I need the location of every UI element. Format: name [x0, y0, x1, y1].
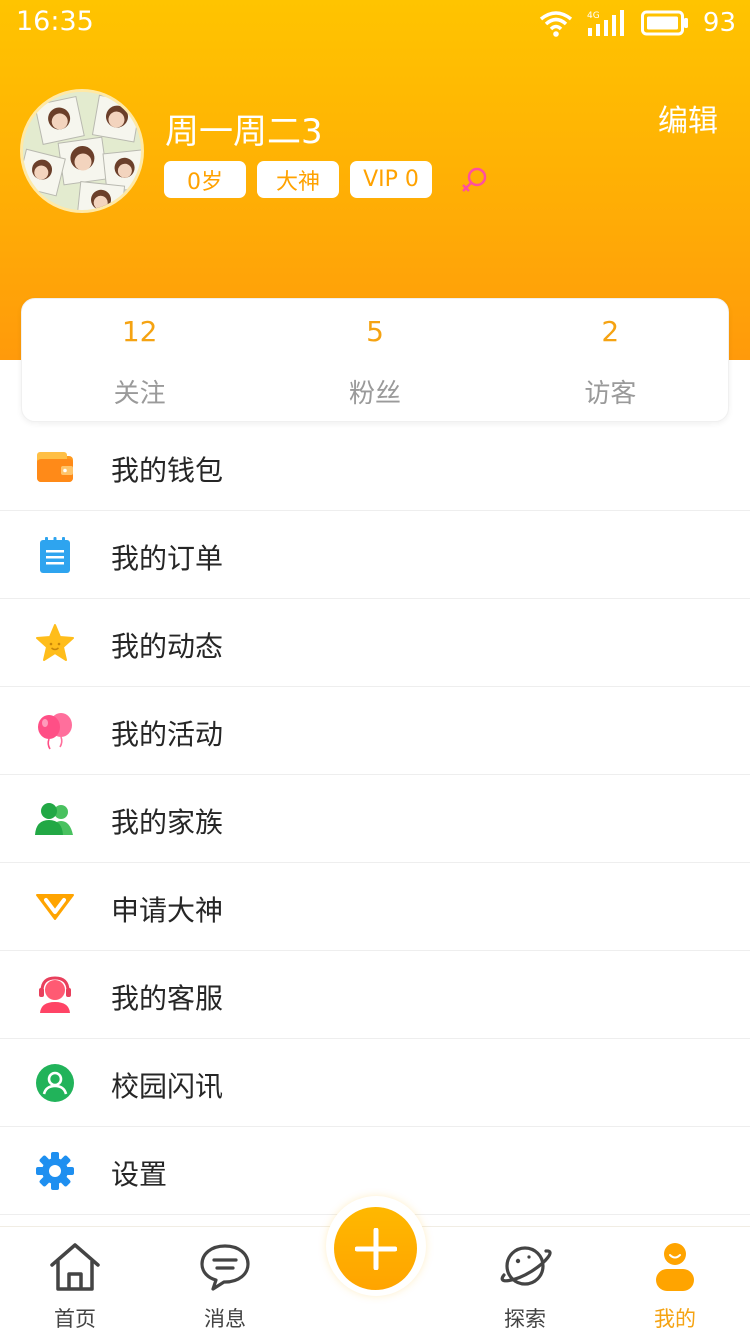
menu-label: 设置 [111, 1158, 168, 1191]
stat-fans[interactable]: 5 粉丝 [257, 299, 492, 421]
menu-item-posts[interactable]: 我的动态 [0, 599, 750, 687]
age-tag: 0岁 [164, 161, 246, 198]
wallet-icon [37, 452, 73, 482]
cellular-signal-icon: 4G [587, 10, 624, 36]
plus-icon [354, 1228, 397, 1270]
home-icon [50, 1243, 100, 1291]
menu-label: 我的钱包 [111, 454, 224, 487]
tab-explore[interactable]: 探索 [470, 1227, 580, 1333]
battery-percent: 93 [702, 8, 736, 38]
stat-value: 12 [121, 315, 158, 348]
stat-value: 2 [601, 315, 620, 348]
user-icon [656, 1243, 694, 1291]
menu-label: 我的订单 [111, 542, 224, 575]
profile-screen: 16:35 4G 93 周一周二3 0岁 大神 VIP 0 编辑 12 关注 5… [0, 0, 750, 1333]
star-icon [36, 624, 74, 661]
menu-item-apply-master[interactable]: 申请大神 [0, 863, 750, 951]
menu-item-customer-service[interactable]: 我的客服 [0, 951, 750, 1039]
menu-label: 申请大神 [111, 894, 224, 927]
status-indicators: 4G 93 [539, 6, 736, 40]
planet-icon [500, 1246, 552, 1286]
settings-icon [36, 1152, 74, 1190]
message-icon [200, 1244, 250, 1291]
tab-mine[interactable]: 我的 [620, 1227, 730, 1333]
stat-following[interactable]: 12 关注 [22, 299, 257, 421]
tab-label: 探索 [504, 1307, 546, 1331]
tab-label: 我的 [654, 1307, 696, 1331]
avatar[interactable] [20, 89, 144, 213]
stat-label: 访客 [584, 379, 637, 409]
publish-button[interactable] [334, 1207, 417, 1290]
female-icon [462, 167, 487, 192]
menu-label: 校园闪讯 [111, 1070, 224, 1103]
stats-card: 12 关注 5 粉丝 2 访客 [21, 298, 729, 422]
stat-value: 5 [366, 315, 384, 348]
vip-level-tag: VIP 0 [350, 161, 432, 198]
campus-news-icon [36, 1064, 74, 1102]
nickname: 周一周二3 [165, 112, 323, 152]
status-time: 16:35 [16, 6, 94, 37]
menu-label: 我的家族 [111, 806, 224, 839]
battery-icon [640, 10, 688, 36]
family-icon [35, 803, 73, 835]
menu-item-orders[interactable]: 我的订单 [0, 511, 750, 599]
tab-label: 消息 [204, 1307, 246, 1331]
balloon-icon [38, 713, 72, 750]
stat-label: 关注 [113, 379, 166, 409]
menu-item-activities[interactable]: 我的活动 [0, 687, 750, 775]
stat-label: 粉丝 [348, 379, 401, 409]
menu-label: 我的动态 [111, 630, 224, 663]
menu-item-family[interactable]: 我的家族 [0, 775, 750, 863]
status-bar: 16:35 4G 93 [0, 0, 750, 46]
avatar-image [23, 92, 141, 210]
customer-service-icon [39, 976, 71, 1013]
order-icon [40, 537, 70, 573]
vip-v-icon [36, 894, 74, 920]
tab-label: 首页 [54, 1307, 96, 1331]
wifi-icon [539, 11, 572, 37]
edit-profile-button[interactable]: 编辑 [658, 96, 718, 140]
network-type: 4G [587, 11, 600, 21]
stat-visitors[interactable]: 2 访客 [493, 299, 728, 421]
menu-list: 我的钱包 我的订单 我的动态 我的活动 我的家族 申请大神 我的客服 校园闪讯 … [0, 423, 750, 1215]
tab-home[interactable]: 首页 [20, 1227, 130, 1333]
rank-tag: 大神 [257, 161, 339, 198]
menu-label: 我的客服 [111, 982, 224, 1015]
tab-messages[interactable]: 消息 [170, 1227, 280, 1333]
profile-tags: 0岁 大神 VIP 0 [164, 161, 489, 198]
menu-item-campus-news[interactable]: 校园闪讯 [0, 1039, 750, 1127]
menu-label: 我的活动 [111, 718, 224, 751]
menu-item-wallet[interactable]: 我的钱包 [0, 423, 750, 511]
